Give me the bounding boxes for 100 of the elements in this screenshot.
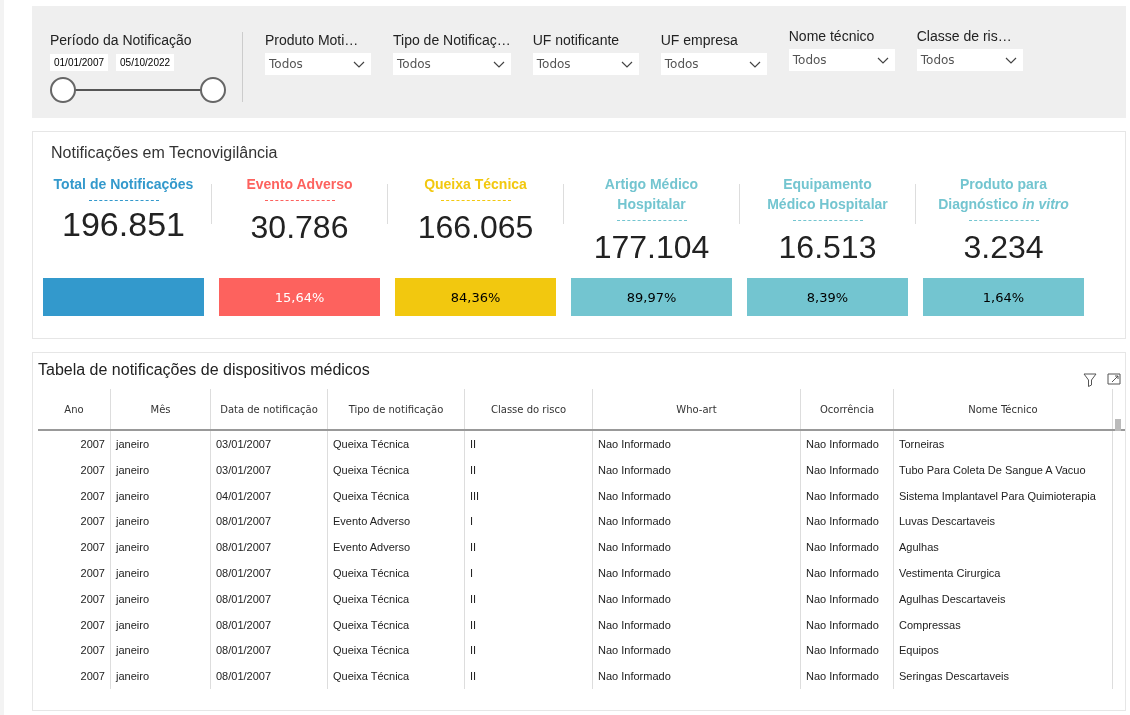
- column-header[interactable]: Tipo de notificação: [328, 389, 465, 429]
- panel-title: Notificações em Tecnovigilância: [51, 144, 279, 162]
- filter-label: UF empresa: [660, 32, 739, 48]
- table-cell: Queixa Técnica: [328, 431, 465, 457]
- table-cell: Nao Informado: [801, 431, 894, 457]
- table-cell: Nao Informado: [801, 534, 894, 560]
- table-cell: Nao Informado: [801, 560, 894, 586]
- table-cell: Queixa Técnica: [328, 585, 465, 612]
- column-header[interactable]: Mês: [111, 389, 211, 429]
- chevron-down-icon: [876, 56, 889, 64]
- filter-icon[interactable]: [1083, 373, 1097, 387]
- kpi-value: 196.851: [62, 205, 185, 244]
- table-cell: Nao Informado: [801, 482, 894, 509]
- table-cell: 2007: [38, 663, 111, 689]
- filter-dropdown[interactable]: Todos: [393, 53, 511, 75]
- table-cell: Nao Informado: [801, 663, 894, 689]
- kpi-bar: 1,64%: [923, 278, 1084, 316]
- chevron-down-icon: [620, 60, 633, 68]
- column-header[interactable]: Ocorrência: [801, 389, 894, 429]
- chevron-down-icon: [353, 60, 365, 68]
- chevron-down-icon: [1004, 56, 1017, 64]
- filter-dropdown[interactable]: Todos: [660, 53, 767, 75]
- column-header[interactable]: Who-art: [593, 389, 801, 429]
- column-header[interactable]: Ano: [38, 389, 111, 429]
- table-cell: Queixa Técnica: [328, 456, 465, 483]
- kpi-value: 16.513: [778, 229, 877, 266]
- table-cell: Luvas Descartaveis: [894, 508, 1113, 535]
- kpi-value: 177.104: [593, 229, 710, 266]
- table-cell: 2007: [38, 456, 111, 483]
- start-date-field[interactable]: 01/01/2007: [50, 54, 109, 71]
- table-cell: Nao Informado: [801, 637, 894, 664]
- table-cell: Queixa Técnica: [328, 663, 465, 689]
- table-cell: Nao Informado: [801, 611, 894, 638]
- kpi-bar: 84,36%: [395, 278, 556, 316]
- table-cell: janeiro: [111, 534, 211, 560]
- table-title: Tabela de notificações de dispositivos médicos: [38, 361, 370, 379]
- table-cell: janeiro: [111, 431, 211, 457]
- table-cell: 08/01/2007: [211, 585, 328, 612]
- table-cell: I: [465, 560, 593, 586]
- table-cell: 03/01/2007: [211, 431, 328, 457]
- table-cell: Torneiras: [894, 431, 1113, 457]
- filter-label: UF notificante: [532, 32, 621, 48]
- filter-label: Classe de ris…: [916, 28, 1013, 44]
- table-cell: 2007: [38, 431, 111, 457]
- kpi-title: Equipamento Médico Hospitalar: [766, 175, 889, 214]
- table-cell: janeiro: [111, 482, 211, 509]
- filter-dropdown[interactable]: Todos: [916, 49, 1023, 71]
- table-cell: Nao Informado: [801, 456, 894, 483]
- table-cell: janeiro: [111, 560, 211, 586]
- table-cell: 03/01/2007: [211, 456, 328, 483]
- table-cell: 08/01/2007: [211, 560, 328, 586]
- table-cell: Queixa Técnica: [328, 637, 465, 664]
- end-date-field[interactable]: 05/10/2022: [116, 54, 175, 71]
- table-cell: janeiro: [111, 663, 211, 689]
- table-cell: janeiro: [111, 508, 211, 535]
- table-cell: I: [465, 508, 593, 535]
- period-label: Período da Notificação: [50, 32, 193, 48]
- chevron-down-icon: [492, 60, 505, 68]
- column-header[interactable]: Nome Técnico: [894, 389, 1113, 429]
- table-cell: Nao Informado: [593, 456, 801, 483]
- filter-label: Tipo de Notificaç…: [393, 32, 511, 48]
- filter-dropdown[interactable]: Todos: [788, 49, 895, 71]
- kpi-bar: 89,97%: [571, 278, 732, 316]
- table-cell: janeiro: [111, 611, 211, 638]
- table-cell: 08/01/2007: [211, 508, 328, 535]
- table-cell: Tubo Para Coleta De Sangue A Vacuo: [894, 456, 1113, 483]
- table-cell: II: [465, 431, 593, 457]
- filter-dropdown[interactable]: Todos: [265, 53, 371, 75]
- column-header[interactable]: Classe do risco: [465, 389, 593, 429]
- column-header[interactable]: Data de notificação: [211, 389, 328, 429]
- kpi-bar: 15,64%: [219, 278, 380, 316]
- expand-icon[interactable]: [1107, 373, 1121, 385]
- kpi-title: Produto para Diagnóstico in vitro: [937, 175, 1070, 214]
- kpi-title: Total de Notificações: [53, 175, 194, 194]
- chevron-down-icon: [748, 60, 761, 68]
- table-cell: janeiro: [111, 456, 211, 483]
- table-cell: II: [465, 534, 593, 560]
- table-cell: Nao Informado: [593, 585, 801, 612]
- table-cell: Nao Informado: [593, 560, 801, 586]
- table-cell: Agulhas: [894, 534, 1113, 560]
- kpi-title: Evento Adverso: [246, 175, 353, 194]
- table-cell: 2007: [38, 482, 111, 509]
- table-cell: Nao Informado: [593, 663, 801, 689]
- table-cell: 2007: [38, 534, 111, 560]
- table-cell: Queixa Técnica: [328, 611, 465, 638]
- table-cell: Sistema Implantavel Para Quimioterapia: [894, 482, 1113, 509]
- table-cell: 2007: [38, 611, 111, 638]
- date-range-slider[interactable]: [50, 77, 226, 103]
- table-cell: II: [465, 611, 593, 638]
- table-cell: II: [465, 637, 593, 664]
- filter-dropdown[interactable]: Todos: [532, 53, 639, 75]
- table-cell: Vestimenta Cirurgica: [894, 560, 1113, 586]
- table-cell: janeiro: [111, 637, 211, 664]
- kpi-value: 166.065: [417, 209, 534, 246]
- table-cell: 2007: [38, 585, 111, 612]
- kpi-bar: 8,39%: [747, 278, 908, 316]
- filter-label: Produto Moti…: [265, 32, 360, 48]
- table-cell: Nao Informado: [801, 585, 894, 612]
- table-cell: 08/01/2007: [211, 637, 328, 664]
- table-cell: Agulhas Descartaveis: [894, 585, 1113, 612]
